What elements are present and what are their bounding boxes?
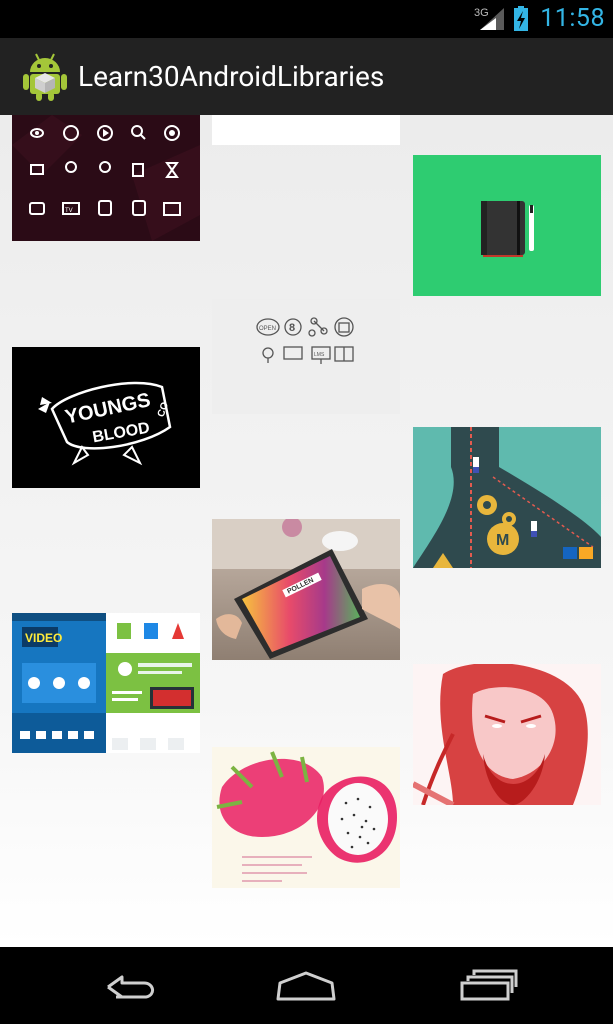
grid-image-dragon-fruit[interactable] — [212, 747, 400, 888]
m-logo-text: M — [496, 532, 509, 549]
recent-apps-button[interactable] — [450, 961, 530, 1011]
back-button[interactable] — [88, 961, 168, 1011]
grid-image-outline-icons[interactable]: OPEN 8 LMS — [212, 299, 400, 414]
video-text: VIDEO — [25, 631, 62, 645]
navigation-bar — [0, 947, 613, 1024]
home-button[interactable] — [266, 961, 346, 1011]
grid-image-tablet-pollen[interactable]: POLLEN — [212, 519, 400, 660]
back-arrow-icon — [107, 975, 154, 999]
app-title: Learn30AndroidLibraries — [78, 60, 385, 93]
tv-label: TV — [65, 208, 73, 214]
status-bar: 3G 11:58 — [0, 0, 613, 38]
grid-image-white-card[interactable] — [212, 115, 400, 145]
tablet-pollen-photo: POLLEN — [212, 519, 400, 660]
image-grid[interactable]: TV YOUNGS BLOOD CO VIDEO OPEN 8 LMS POLL… — [0, 115, 613, 947]
home-icon — [276, 971, 336, 1001]
icon-set-illustration: TV — [12, 115, 200, 241]
red-portrait-painting — [413, 664, 601, 805]
grid-image-notebook-pen[interactable] — [413, 155, 601, 296]
grid-image-factory[interactable]: M — [413, 427, 601, 568]
lms-text: LMS — [314, 352, 325, 358]
open-text: OPEN — [259, 326, 276, 332]
android-app-icon[interactable] — [22, 52, 68, 102]
factory-illustration: M — [413, 427, 601, 568]
dragon-fruit-painting — [212, 747, 400, 888]
youngs-blood-logo: YOUNGS BLOOD CO — [12, 347, 200, 488]
notebook-pen-illustration — [413, 155, 601, 296]
grid-image-red-portrait[interactable] — [413, 664, 601, 805]
signal-icon: 3G — [474, 7, 504, 30]
video-website-mockup: VIDEO — [12, 613, 200, 753]
network-type-label: 3G — [474, 7, 489, 19]
grid-image-youngs-blood[interactable]: YOUNGS BLOOD CO — [12, 347, 200, 488]
eight-text: 8 — [289, 322, 295, 334]
action-bar: Learn30AndroidLibraries — [0, 38, 613, 116]
recent-apps-icon — [460, 969, 518, 1001]
grid-image-video-website[interactable]: VIDEO — [12, 613, 200, 753]
grid-image-icon-set[interactable]: TV — [12, 115, 200, 241]
outline-icons-illustration: OPEN 8 LMS — [212, 299, 400, 414]
battery-charging-icon — [514, 6, 528, 31]
status-clock: 11:58 — [540, 4, 605, 33]
